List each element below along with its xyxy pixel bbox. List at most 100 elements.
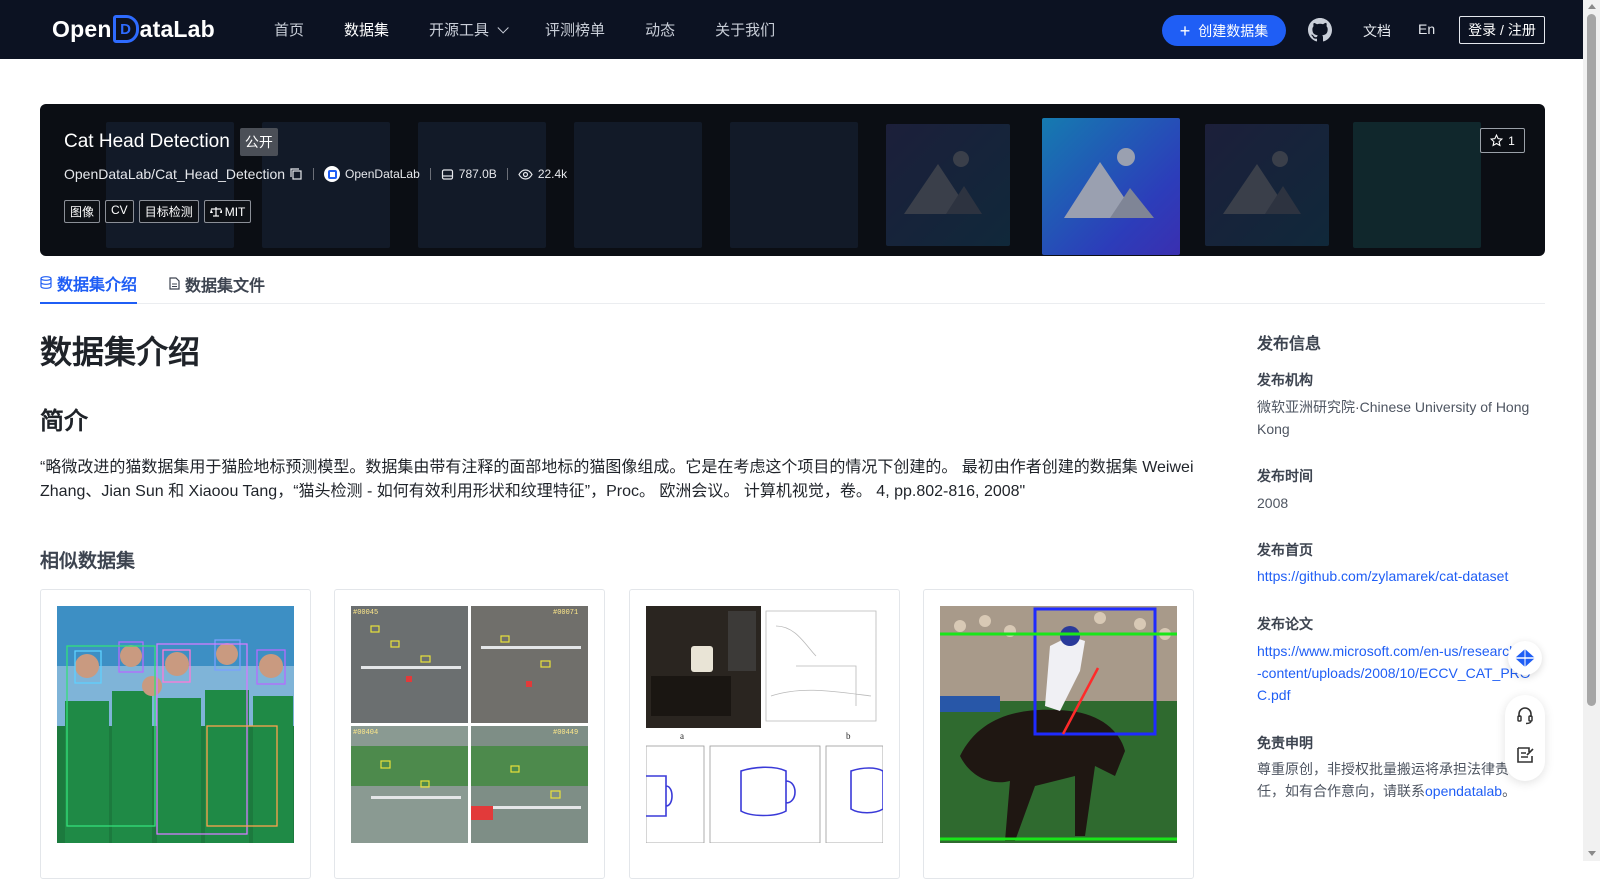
tab-dataset-intro[interactable]: 数据集介绍	[40, 263, 138, 304]
preview-thumb[interactable]	[1353, 122, 1481, 248]
publish-home-link[interactable]: https://github.com/zylamarek/cat-dataset	[1257, 568, 1508, 584]
file-icon	[169, 277, 180, 290]
similar-dataset-card[interactable]	[923, 589, 1194, 879]
dataset-title: Cat Head Detection	[64, 131, 230, 152]
tag-modality[interactable]: 图像	[64, 200, 101, 223]
image-placeholder-icon	[1064, 148, 1154, 218]
logo-text-atalab: ataLab	[139, 15, 215, 42]
tab-dataset-intro-label: 数据集介绍	[57, 276, 138, 294]
preview-thumb[interactable]	[730, 122, 858, 248]
image-placeholder-icon	[1223, 151, 1301, 214]
publish-home-link-wrap: https://github.com/zylamarek/cat-dataset	[1257, 565, 1537, 587]
image-placeholder-icon	[904, 151, 982, 214]
headset-icon[interactable]	[1515, 705, 1535, 725]
eye-icon	[518, 168, 533, 180]
nav-item-home[interactable]: 首页	[274, 19, 304, 40]
nav-item-tools[interactable]: 开源工具	[429, 19, 509, 40]
preview-thumb[interactable]	[262, 122, 390, 248]
meta-divider	[429, 168, 431, 180]
similar-dataset-thumbnail	[940, 606, 1177, 843]
login-register-button[interactable]: 登录 / 注册	[1459, 16, 1545, 44]
intro-heading: 简介	[40, 408, 88, 435]
tab-dataset-files[interactable]: 数据集文件	[169, 263, 265, 304]
figure-panel-label: b	[846, 731, 851, 741]
similar-dataset-thumbnail: #00045 #00071 #00404 #00449	[351, 606, 588, 843]
chevron-down-icon	[497, 21, 509, 34]
dataset-size: 787.0B	[458, 167, 497, 181]
preview-thumb[interactable]	[886, 124, 1010, 246]
main-nav: 首页 数据集 开源工具 评测榜单 动态 关于我们	[274, 0, 815, 59]
publish-time-value: 2008	[1257, 495, 1289, 511]
frame-id-label: #00071	[553, 609, 578, 617]
scroll-up-arrow[interactable]	[1588, 4, 1596, 9]
dataset-path: OpenDataLab/Cat_Head_Detection	[64, 166, 286, 182]
similar-dataset-card[interactable]: a b	[629, 589, 900, 879]
copy-icon[interactable]	[289, 167, 303, 181]
similar-dataset-card[interactable]	[40, 589, 311, 879]
logo-text-open: Open	[52, 15, 112, 42]
star-icon	[1490, 134, 1504, 147]
preview-thumb[interactable]	[418, 122, 546, 248]
tag-task[interactable]: 目标检测	[138, 200, 199, 223]
publisher-avatar	[324, 166, 341, 182]
similar-dataset-card[interactable]: #00045 #00071 #00404 #00449	[334, 589, 605, 879]
tag-license[interactable]: MIT	[203, 200, 252, 223]
scroll-down-arrow[interactable]	[1588, 851, 1596, 856]
star-count: 1	[1508, 133, 1515, 148]
preview-thumb[interactable]	[1205, 124, 1329, 246]
docs-link[interactable]: 文档	[1363, 21, 1391, 41]
scale-icon	[209, 207, 222, 217]
scrollbar-thumb[interactable]	[1587, 14, 1596, 706]
create-dataset-button[interactable]: + 创建数据集	[1162, 15, 1286, 46]
disclaimer-end: 。	[1502, 783, 1517, 799]
dataset-description: “略微改进的猫数据集用于猫脸地标预测模型。数据集由带有注释的面部地标的猫图像组成…	[40, 459, 1194, 500]
github-icon[interactable]	[1308, 18, 1332, 42]
publisher-org-label: 发布机构	[1257, 372, 1313, 388]
dataset-banner: Cat Head Detection 公开 OpenDataLab/Cat_He…	[40, 104, 1545, 256]
create-dataset-label: 创建数据集	[1198, 22, 1269, 39]
dataset-tags: 图像 CV 目标检测 MIT	[64, 200, 256, 223]
meta-divider	[313, 168, 315, 180]
nav-item-news[interactable]: 动态	[645, 19, 675, 40]
publish-info-title: 发布信息	[1257, 336, 1322, 353]
view-count: 22.4k	[537, 167, 568, 181]
tab-dataset-files-label: 数据集文件	[185, 277, 266, 295]
language-switch[interactable]: En	[1418, 21, 1435, 37]
disclaimer-contact-link[interactable]: opendatalab	[1425, 783, 1502, 799]
publish-time-label: 发布时间	[1257, 468, 1313, 484]
publish-paper-label: 发布论文	[1257, 616, 1313, 632]
logo-d-mark: D	[112, 15, 139, 43]
ai-assistant-button[interactable]	[1508, 641, 1542, 675]
publish-paper-link[interactable]: https://www.microsoft.com/en-us/research…	[1257, 643, 1539, 703]
publish-home-label: 发布首页	[1257, 542, 1313, 558]
tag-domain[interactable]: CV	[105, 200, 134, 223]
frame-id-label: #00045	[353, 609, 378, 617]
top-nav: Open DataLab 首页 数据集 开源工具 评测榜单 动态 关于我们 + 创…	[0, 0, 1583, 59]
hdd-icon	[441, 168, 453, 180]
license-label: MIT	[224, 204, 246, 219]
opendatalab-logo[interactable]: Open DataLab	[52, 14, 215, 44]
edit-icon[interactable]	[1515, 745, 1535, 765]
publisher-name[interactable]: OpenDataLab	[345, 167, 420, 181]
star-button[interactable]: 1	[1480, 128, 1525, 153]
publisher-org-value: 微软亚洲研究院·Chinese University of Hong Kong	[1257, 399, 1530, 437]
similar-datasets-heading: 相似数据集	[40, 551, 136, 572]
content-tabs: 数据集介绍 数据集文件	[40, 263, 1545, 304]
publish-paper-link-wrap: https://www.microsoft.com/en-us/research…	[1257, 640, 1542, 706]
figure-panel-label: a	[680, 731, 684, 741]
meta-divider	[506, 168, 508, 180]
nav-item-leaderboard[interactable]: 评测榜单	[545, 19, 605, 40]
dataset-meta: OpenDataLab/Cat_Head_Detection OpenDataL…	[64, 166, 567, 182]
similar-dataset-thumbnail	[57, 606, 294, 843]
nav-item-tools-label: 开源工具	[429, 22, 490, 39]
frame-id-label: #00404	[353, 729, 378, 737]
preview-thumb-active[interactable]	[1042, 118, 1180, 255]
nav-item-about[interactable]: 关于我们	[715, 19, 775, 40]
dataset-title-row: Cat Head Detection 公开	[64, 128, 278, 156]
page-title: 数据集介绍	[40, 334, 201, 370]
ai-assistant-icon	[1515, 649, 1535, 667]
nav-item-datasets[interactable]: 数据集	[344, 19, 389, 40]
disclaimer-text: 尊重原创，非授权批量搬运将承担法律责任，如有合作意向，请联系opendatala…	[1257, 758, 1527, 802]
database-icon	[40, 276, 52, 289]
preview-thumb[interactable]	[574, 122, 702, 248]
